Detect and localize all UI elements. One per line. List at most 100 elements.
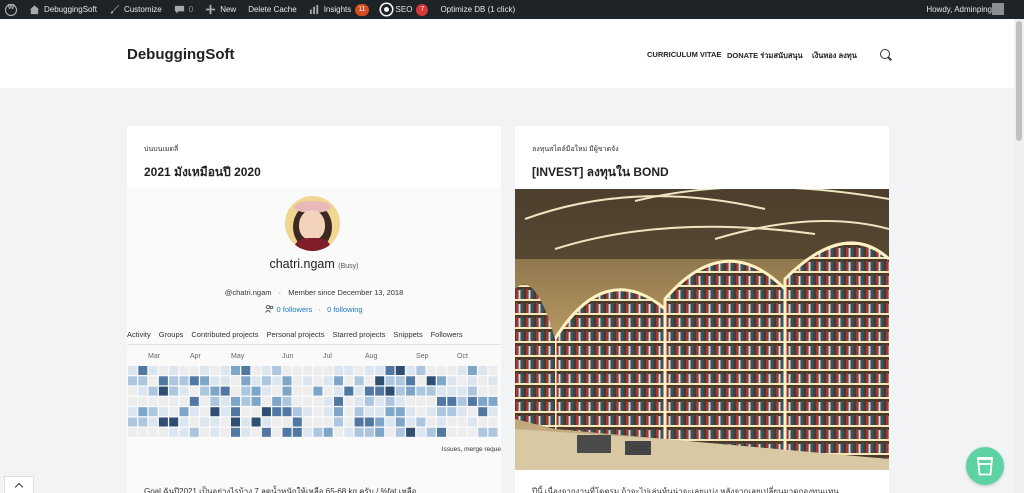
heatmap-cell (261, 386, 271, 396)
search-icon[interactable] (880, 49, 890, 59)
heatmap-cell (354, 366, 364, 375)
account-menu[interactable]: Howdy, Adminping (926, 0, 992, 19)
profile-tabs: Activity Groups Contributed projects Per… (127, 330, 463, 339)
heatmap-cell (128, 396, 137, 406)
tab-contributed[interactable]: Contributed projects (191, 330, 258, 339)
seo-link[interactable]: SEO 7 (375, 0, 435, 19)
heatmap-cell (220, 386, 230, 396)
post-title[interactable]: [INVEST] ลงทุนใน BOND (532, 163, 669, 182)
heatmap-cell (272, 427, 282, 437)
heatmap-cell (344, 407, 354, 417)
heatmap-cell (220, 407, 230, 417)
heatmap-cell (158, 376, 168, 386)
heatmap-cell (138, 396, 148, 406)
insights-link[interactable]: Insights 11 (303, 0, 375, 19)
account-avatar[interactable] (992, 3, 1004, 15)
new-content-link[interactable]: New (199, 0, 242, 19)
heatmap-cell (189, 396, 199, 406)
tab-groups[interactable]: Groups (159, 330, 184, 339)
heatmap-cell (467, 366, 477, 375)
heatmap-cell (169, 417, 179, 427)
heatmap-cell (169, 366, 179, 375)
comments-link[interactable]: 0 (168, 0, 199, 19)
plus-icon (206, 4, 216, 15)
heatmap-cell (467, 376, 477, 386)
wordpress-menu[interactable] (0, 0, 23, 19)
post-category[interactable]: ลงทุนสไตล์มือใหม่ มีผู้ขาดจัง (532, 144, 619, 155)
site-title[interactable]: DebuggingSoft (127, 46, 234, 63)
month-label: Jun (282, 353, 294, 360)
heatmap-cell (220, 417, 230, 427)
scrollbar-thumb[interactable] (1016, 21, 1022, 141)
heatmap-cell (395, 427, 405, 437)
new-label: New (220, 5, 237, 14)
heatmap-cell (467, 407, 477, 417)
month-label: Aug (365, 353, 378, 360)
optimize-db-link[interactable]: Optimize DB (1 click) (434, 0, 521, 19)
back-to-top-button[interactable] (4, 476, 34, 493)
nav-item-cv[interactable]: CURRICULUM VITAE (647, 50, 721, 59)
heatmap-cell (272, 407, 282, 417)
heatmap-cell (231, 427, 240, 437)
heatmap-cell (395, 396, 405, 406)
nav-item-money[interactable]: เงินทอง ลงทุน (812, 50, 857, 62)
customize-link[interactable]: Customize (103, 0, 168, 19)
seo-icon (380, 4, 392, 15)
heatmap-cell (200, 366, 210, 375)
heatmap-cell (241, 376, 251, 386)
heatmap-cell (292, 407, 302, 417)
heatmap-cell (303, 427, 313, 437)
heatmap-cell (148, 427, 158, 437)
heatmap-cell (426, 427, 436, 437)
tab-snippets[interactable]: Snippets (393, 330, 422, 339)
nav-item-donate[interactable]: DONATE ร่วมสนับสนุน (727, 50, 803, 62)
followers-link[interactable]: 0 followers (277, 305, 313, 314)
heatmap-cell (447, 407, 457, 417)
heatmap-cell (344, 427, 354, 437)
heatmap-cell (488, 396, 498, 406)
heatmap-cell (251, 407, 261, 417)
post-featured-image[interactable] (515, 189, 889, 470)
profile-member-since: Member since December 13, 2018 (288, 288, 404, 297)
heatmap-cell (364, 396, 374, 406)
heatmap-cell (138, 407, 148, 417)
heatmap-cell (200, 427, 210, 437)
heatmap-cell (437, 417, 446, 427)
delete-cache-link[interactable]: Delete Cache (242, 0, 302, 19)
heatmap-cell (354, 407, 364, 417)
page-scrollbar[interactable] (1014, 19, 1024, 493)
heatmap-cell (447, 366, 457, 375)
home-icon (29, 5, 40, 15)
following-link[interactable]: 0 following (327, 305, 362, 314)
heatmap-cell (395, 417, 405, 427)
buy-me-a-coffee-button[interactable] (966, 447, 1004, 485)
tab-starred[interactable]: Starred projects (332, 330, 385, 339)
admin-site-link[interactable]: DebuggingSoft (23, 0, 103, 19)
heatmap-cell (138, 366, 148, 375)
heatmap-cell (385, 427, 395, 437)
heatmap-cell (447, 417, 457, 427)
heatmap-cell (467, 427, 477, 437)
post-title[interactable]: 2021 มังเหมือนปี 2020 (144, 163, 261, 182)
heatmap-cell (395, 386, 405, 396)
heatmap-cell (303, 417, 313, 427)
heatmap-cell (406, 407, 416, 417)
profile-meta: @chatri.ngam · Member since December 13,… (224, 288, 404, 297)
tab-activity[interactable]: Activity (127, 330, 151, 339)
post-category[interactable]: บ่นบนเมดลี่ (144, 144, 178, 155)
heatmap-cell (416, 366, 426, 375)
heatmap-cell (334, 386, 343, 396)
tab-followers[interactable]: Followers (431, 330, 463, 339)
heatmap-cell (313, 376, 323, 386)
heatmap-cell (437, 366, 446, 375)
heatmap-cell (426, 376, 436, 386)
heatmap-cell (189, 427, 199, 437)
tab-personal[interactable]: Personal projects (267, 330, 325, 339)
seo-label: SEO (395, 5, 413, 14)
heatmap-cell (478, 407, 488, 417)
heatmap-cell (364, 407, 374, 417)
heatmap-cell (138, 386, 148, 396)
admin-site-name: DebuggingSoft (44, 5, 97, 14)
heatmap-cell (210, 376, 220, 386)
heatmap-cell (148, 417, 158, 427)
